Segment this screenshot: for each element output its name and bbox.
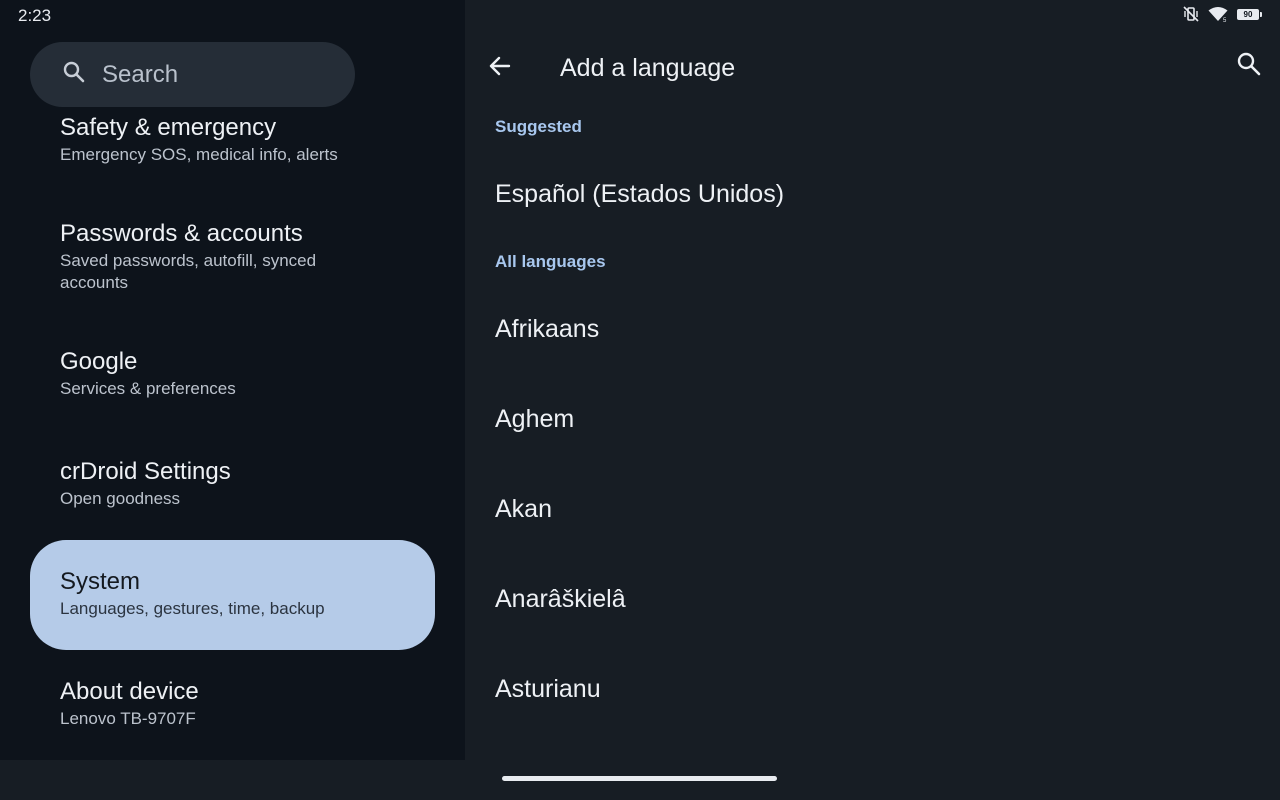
sidebar-item-google[interactable]: Google Services & preferences [30, 347, 435, 400]
sidebar-item-title: crDroid Settings [60, 458, 231, 485]
battery-level: 90 [1237, 8, 1259, 20]
sidebar-item-passwords-accounts[interactable]: Passwords & accounts Saved passwords, au… [30, 219, 435, 294]
language-item[interactable]: Aghem [495, 405, 574, 434]
language-item[interactable]: Asturianu [495, 675, 601, 704]
language-item[interactable]: Anarâškielâ [495, 585, 626, 614]
settings-search-bar[interactable]: Search [30, 42, 355, 107]
sidebar-item-title: Safety & emergency [60, 114, 277, 141]
svg-text:5: 5 [1223, 18, 1227, 22]
section-header-all-languages: All languages [495, 252, 606, 271]
sidebar-item-title: Passwords & accounts [60, 220, 303, 247]
sidebar-item-title: About device [60, 678, 199, 705]
sidebar-item-subtitle: Saved passwords, autofill, synced accoun… [60, 251, 317, 292]
status-icons: 5 90 [1183, 6, 1262, 22]
sidebar-item-about-device[interactable]: About device Lenovo TB-9707F [30, 677, 435, 730]
sidebar-item-safety-emergency[interactable]: Safety & emergency Emergency SOS, medica… [30, 113, 435, 166]
section-header-suggested: Suggested [495, 117, 582, 136]
search-icon [62, 60, 86, 89]
sidebar-item-subtitle: Languages, gestures, time, backup [60, 599, 325, 618]
page-title: Add a language [560, 54, 736, 82]
sidebar-item-subtitle: Open goodness [60, 489, 181, 508]
sidebar-item-crdroid-settings[interactable]: crDroid Settings Open goodness [30, 457, 435, 510]
language-picker-pane [465, 0, 1280, 760]
gesture-home-bar[interactable] [502, 776, 777, 781]
sidebar-item-title: System [60, 568, 141, 595]
language-item[interactable]: Akan [495, 495, 552, 524]
language-item-suggested[interactable]: Español (Estados Unidos) [495, 180, 784, 209]
sidebar-item-title: Google [60, 348, 138, 375]
language-item[interactable]: Afrikaans [495, 315, 599, 344]
sidebar-item-subtitle: Lenovo TB-9707F [60, 709, 196, 728]
battery-icon: 90 [1237, 8, 1262, 20]
vibrate-off-icon [1183, 6, 1199, 22]
back-arrow-icon[interactable] [486, 52, 514, 85]
sidebar-item-system[interactable]: System Languages, gestures, time, backup [30, 540, 435, 650]
status-time: 2:23 [18, 6, 52, 25]
sidebar-item-subtitle: Emergency SOS, medical info, alerts [60, 145, 338, 164]
wifi-icon: 5 [1208, 6, 1228, 22]
search-placeholder: Search [102, 60, 179, 88]
search-icon[interactable] [1236, 51, 1262, 82]
sidebar-item-subtitle: Services & preferences [60, 379, 236, 398]
